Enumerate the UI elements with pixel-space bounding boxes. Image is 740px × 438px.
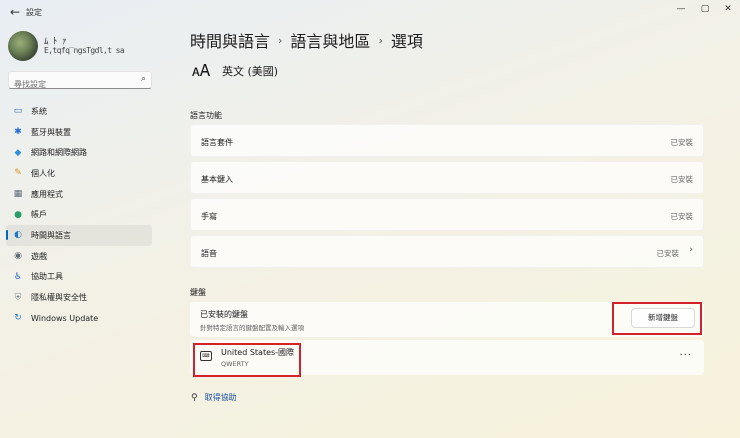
accessibility-icon: ♿ — [13, 271, 23, 282]
sidebar-item-privacy[interactable]: ⛨ 隱私權與安全性 — [6, 287, 152, 308]
feature-label: 語音 — [201, 249, 217, 258]
sidebar-item-label: 應用程式 — [31, 189, 63, 199]
sidebar-item-accounts[interactable]: ● 帳戶 — [6, 204, 152, 225]
sidebar-item-label: 個人化 — [31, 168, 55, 178]
sidebar-item-apps[interactable]: ▦ 應用程式 — [6, 184, 152, 205]
feature-label: 基本鍵入 — [201, 175, 233, 184]
status-text: 已安裝 — [670, 138, 694, 147]
section-keyboard: 鍵盤 — [190, 288, 206, 297]
status-text: 已安裝 — [670, 175, 694, 184]
breadcrumb-language-region[interactable]: 語言與地區 — [290, 28, 370, 52]
sidebar-item-label: 帳戶 — [31, 210, 47, 220]
back-arrow-icon[interactable]: ← — [8, 5, 22, 19]
feature-row-language-pack: 語言套件 已安裝 — [190, 124, 704, 157]
page-title: 選項 — [390, 32, 423, 51]
globe-clock-icon: ◐ — [14, 230, 22, 241]
feature-row-basic-typing: 基本鍵入 已安裝 — [190, 161, 704, 194]
section-language-features: 語言功能 — [190, 111, 222, 120]
title-bar: ← 設定 — ▢ ✕ — [0, 0, 740, 26]
sidebar-item-label: 隱私權與安全性 — [31, 293, 87, 303]
language-icon: 🗚 — [191, 61, 211, 80]
network-icon: ◆ — [14, 147, 22, 158]
feature-row-speech[interactable]: 語音 已安裝 › — [190, 235, 704, 268]
sidebar-item-label: 網路和網際網路 — [31, 148, 87, 158]
chevron-right-icon: › — [378, 33, 383, 47]
sidebar-nav: ▭ 系統 ✱ 藍牙與裝置 ◆ 網路和網際網路 ✎ 個人化 ▦ 應用程式 ● 帳戶… — [6, 101, 152, 329]
sidebar-item-time-language[interactable]: ◐ 時間與語言 — [6, 225, 152, 246]
system-icon: ▭ — [13, 106, 23, 117]
help-icon: ⚲ — [191, 392, 198, 403]
installed-keyboards-title: 已安裝的鍵盤 — [200, 310, 248, 319]
sidebar-item-windows-update[interactable]: ↻ Windows Update — [6, 308, 152, 329]
account-icon: ● — [14, 209, 22, 220]
sidebar-item-label: 系統 — [31, 106, 47, 116]
sidebar-item-bluetooth[interactable]: ✱ 藍牙與裝置 — [6, 122, 152, 143]
sidebar-item-label: Windows Update — [31, 313, 99, 323]
feature-row-handwriting: 手寫 已安裝 — [190, 198, 704, 231]
app-title: 設定 — [26, 8, 42, 17]
search-box[interactable]: ⌕ — [8, 71, 152, 93]
feature-label: 手寫 — [201, 212, 217, 221]
status-text: 已安裝 — [656, 249, 680, 258]
feature-label: 語言套件 — [201, 138, 233, 147]
highlight-box — [193, 343, 301, 377]
sidebar-item-label: 時間與語言 — [31, 230, 71, 240]
profile-email: E,tqfq‾ngsTgdl,t sa — [44, 46, 125, 55]
gaming-icon: ◉ — [14, 251, 22, 262]
minimize-button[interactable]: — — [672, 2, 690, 16]
maximize-button[interactable]: ▢ — [696, 2, 714, 16]
sidebar-item-accessibility[interactable]: ♿ 協助工具 — [6, 267, 152, 288]
breadcrumb: 時間與語言 › 語言與地區 › 選項 — [190, 28, 423, 52]
sidebar-item-gaming[interactable]: ◉ 遊戲 — [6, 246, 152, 267]
avatar[interactable] — [8, 31, 38, 61]
search-input[interactable] — [9, 76, 129, 93]
sidebar-item-network[interactable]: ◆ 網路和網際網路 — [6, 142, 152, 163]
highlight-box — [612, 302, 702, 335]
chevron-right-icon: › — [689, 245, 693, 255]
sidebar-item-label: 藍牙與裝置 — [31, 127, 71, 137]
update-icon: ↻ — [14, 313, 22, 324]
sidebar-item-label: 遊戲 — [31, 251, 47, 261]
status-text: 已安裝 — [670, 212, 694, 221]
chevron-right-icon: › — [278, 33, 283, 47]
close-button[interactable]: ✕ — [719, 2, 737, 16]
sidebar-item-label: 協助工具 — [31, 272, 63, 282]
brush-icon: ✎ — [14, 168, 22, 179]
breadcrumb-time-language[interactable]: 時間與語言 — [190, 28, 270, 52]
shield-icon: ⛨ — [14, 292, 22, 303]
get-help-row[interactable]: ⚲ 取得協助 — [191, 392, 237, 403]
get-help-link[interactable]: 取得協助 — [205, 392, 237, 403]
sidebar-item-system[interactable]: ▭ 系統 — [6, 101, 152, 122]
apps-icon: ▦ — [13, 189, 23, 200]
sidebar-item-personalization[interactable]: ✎ 個人化 — [6, 163, 152, 184]
installed-keyboards-description: 針對特定語言的鍵盤配置及輸入選項 — [200, 324, 304, 332]
search-icon[interactable]: ⌕ — [141, 74, 146, 84]
language-name: 英文 (美國) — [222, 65, 279, 78]
language-header: 🗚 英文 (美國) — [190, 60, 278, 82]
more-options-icon[interactable]: ··· — [679, 350, 692, 361]
bluetooth-icon: ✱ — [14, 127, 22, 138]
